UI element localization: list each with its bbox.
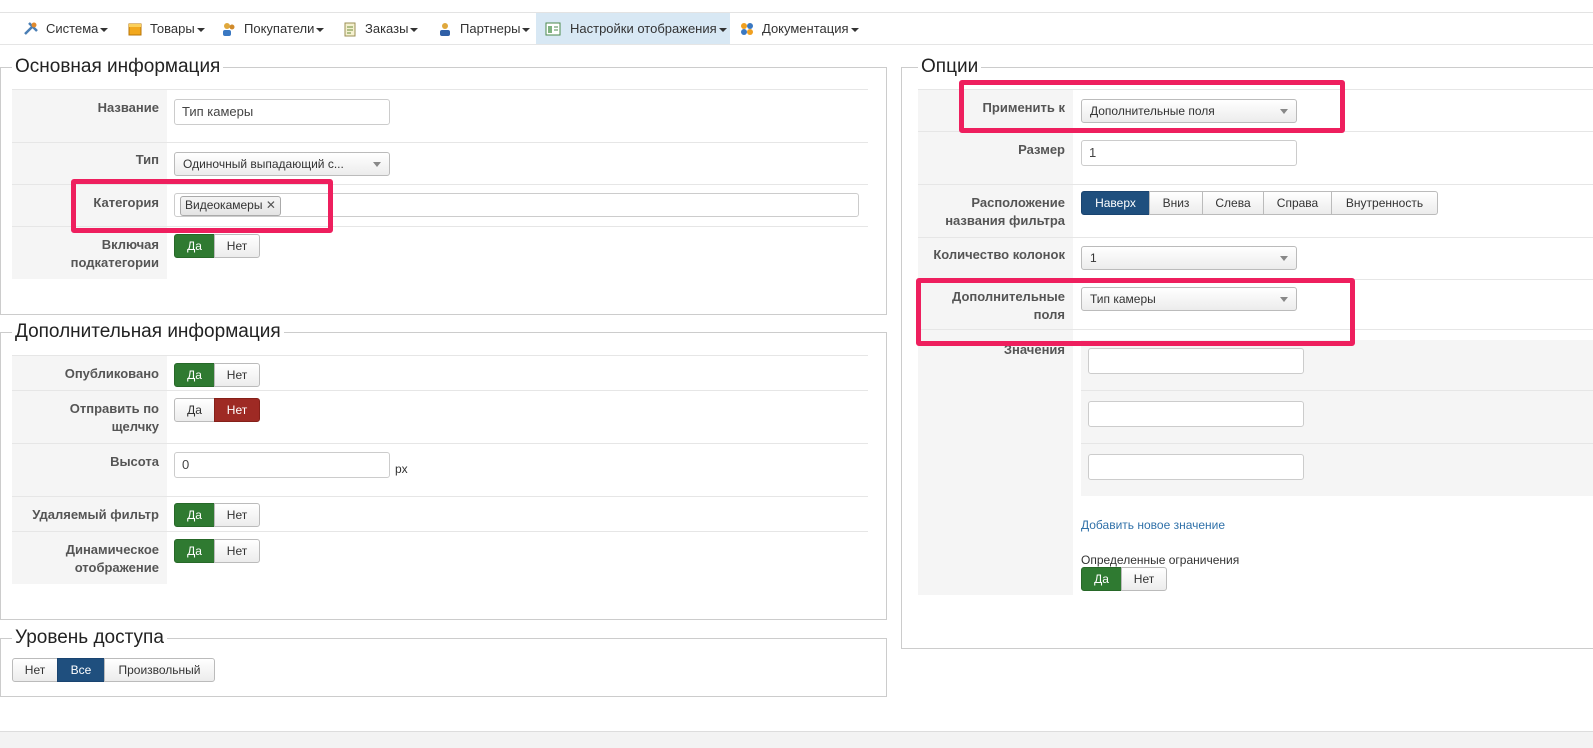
section-title: Опции — [918, 56, 982, 78]
yes-button[interactable]: Да — [174, 234, 215, 258]
row-divider — [1081, 390, 1593, 391]
top-strip — [0, 0, 1593, 13]
filter-title-position-label: Расположение названия фильтра — [918, 185, 1073, 237]
menu-item-label: Покупатели — [244, 13, 325, 44]
highlight-category — [71, 179, 333, 233]
position-top-button[interactable]: Наверх — [1081, 191, 1150, 215]
columns-count-value: 1 — [1090, 251, 1097, 265]
box-icon — [128, 23, 142, 36]
yes-button[interactable]: Да — [1081, 567, 1122, 591]
filter-title-position-toggle: Наверх Вниз Слева Справа Внутренность — [1081, 191, 1438, 215]
section-title: Дополнительная информация — [12, 321, 284, 343]
add-value-link[interactable]: Добавить новое значение — [1081, 518, 1225, 532]
size-input[interactable]: 1 — [1081, 140, 1297, 166]
access-level-toggle: Нет Все Произвольный — [12, 658, 215, 682]
name-label: Название — [12, 90, 167, 142]
menu-item-label: Заказы — [365, 13, 419, 44]
yes-button[interactable]: Да — [174, 398, 215, 422]
yes-button[interactable]: Да — [174, 503, 215, 527]
no-button[interactable]: Нет — [214, 234, 260, 258]
orders-icon — [344, 22, 356, 37]
dynamic-display-toggle: Да Нет — [174, 539, 260, 563]
highlight-extra-fields — [916, 278, 1355, 346]
menu-item-label: Партнеры — [460, 13, 531, 44]
height-label: Высота — [12, 444, 167, 496]
menu-item-label: Документация — [762, 13, 859, 44]
row-divider — [12, 89, 868, 90]
value-input[interactable] — [1088, 454, 1304, 480]
type-select-value: Одиночный выпадающий с... — [183, 157, 344, 171]
access-none-button[interactable]: Нет — [12, 658, 58, 682]
row-divider — [1081, 443, 1593, 444]
section-title: Основная информация — [12, 56, 224, 78]
menu-item-display-settings[interactable]: Настройки отображения — [536, 13, 730, 44]
published-toggle: Да Нет — [174, 363, 260, 387]
size-label: Размер — [918, 132, 1073, 184]
access-custom-button[interactable]: Произвольный — [104, 658, 215, 682]
dynamic-display-label: Динамическое отображение — [12, 532, 167, 584]
menu-item-products[interactable]: Товары — [120, 13, 215, 44]
position-left-button[interactable]: Слева — [1202, 191, 1264, 215]
no-button[interactable]: Нет — [1121, 567, 1167, 591]
display-icon — [545, 22, 561, 36]
no-button[interactable]: Нет — [214, 503, 260, 527]
menu-item-orders[interactable]: Заказы — [335, 13, 430, 44]
send-on-click-label: Отправить по щелчку — [12, 391, 167, 443]
position-inside-button[interactable]: Внутренность — [1331, 191, 1438, 215]
menu-item-label: Система — [46, 13, 109, 44]
section-title: Уровень доступа — [12, 627, 167, 649]
no-button[interactable]: Нет — [214, 398, 260, 422]
menu-item-customers[interactable]: Покупатели — [215, 13, 335, 44]
send-on-click-toggle: Да Нет — [174, 398, 260, 422]
columns-count-label: Количество колонок — [918, 238, 1073, 279]
limits-toggle: Да Нет — [1081, 567, 1167, 591]
limits-label: Определенные ограничения — [1081, 553, 1240, 567]
access-all-button[interactable]: Все — [57, 658, 105, 682]
value-input[interactable] — [1088, 401, 1304, 427]
chevron-down-icon — [1280, 256, 1288, 261]
removable-filter-toggle: Да Нет — [174, 503, 260, 527]
published-label: Опубликовано — [12, 356, 167, 390]
type-select[interactable]: Одиночный выпадающий с... — [174, 152, 390, 176]
partners-icon — [440, 23, 450, 36]
menu-item-label: Настройки отображения — [570, 13, 727, 44]
menu-item-partners[interactable]: Партнеры — [430, 13, 536, 44]
yes-button[interactable]: Да — [174, 363, 215, 387]
tools-icon — [24, 22, 38, 35]
position-bottom-button[interactable]: Вниз — [1149, 191, 1203, 215]
name-input[interactable]: Тип камеры — [174, 99, 390, 125]
main-menu-bar: Система Товары Покупатели Заказы Партнер… — [0, 13, 1593, 45]
include-subcategories-label: Включая подкатегории — [12, 227, 167, 279]
height-unit: px — [395, 462, 408, 476]
position-right-button[interactable]: Справа — [1263, 191, 1332, 215]
menu-item-system[interactable]: Система — [15, 13, 120, 44]
removable-filter-label: Удаляемый фильтр — [12, 497, 167, 531]
columns-count-select[interactable]: 1 — [1081, 246, 1297, 270]
menu-item-label: Товары — [150, 13, 205, 44]
highlight-apply-to — [959, 80, 1345, 133]
no-button[interactable]: Нет — [214, 363, 260, 387]
value-input[interactable] — [1088, 348, 1304, 374]
values-label: Значения — [918, 340, 1073, 595]
no-button[interactable]: Нет — [214, 539, 260, 563]
include-subcategories-toggle: Да Нет — [174, 234, 260, 258]
menu-item-documentation[interactable]: Документация — [730, 13, 860, 44]
type-label: Тип — [12, 143, 167, 184]
chevron-down-icon — [373, 162, 381, 167]
docs-icon — [741, 23, 753, 35]
yes-button[interactable]: Да — [174, 539, 215, 563]
bottom-strip — [0, 731, 1593, 748]
height-input[interactable]: 0 — [174, 452, 390, 478]
users-icon — [223, 23, 235, 36]
